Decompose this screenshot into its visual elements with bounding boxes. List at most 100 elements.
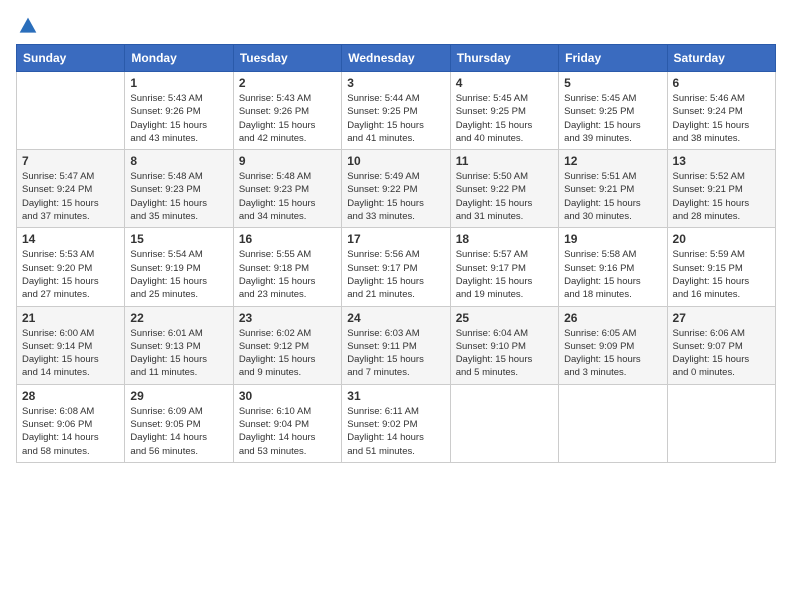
day-info: Sunrise: 5:45 AM Sunset: 9:25 PM Dayligh… [564,92,661,145]
calendar-cell: 21 Sunrise: 6:00 AM Sunset: 9:14 PM Dayli… [17,306,125,384]
calendar-header-row: SundayMondayTuesdayWednesdayThursdayFrid… [17,45,776,72]
day-info: Sunrise: 5:46 AM Sunset: 9:24 PM Dayligh… [673,92,770,145]
day-info: Sunrise: 6:00 AM Sunset: 9:14 PM Dayligh… [22,327,119,380]
column-header-saturday: Saturday [667,45,775,72]
calendar-cell: 8 Sunrise: 5:48 AM Sunset: 9:23 PM Daylig… [125,150,233,228]
column-header-thursday: Thursday [450,45,558,72]
day-info: Sunrise: 6:04 AM Sunset: 9:10 PM Dayligh… [456,327,553,380]
day-number: 13 [673,154,770,168]
calendar-cell: 5 Sunrise: 5:45 AM Sunset: 9:25 PM Daylig… [559,72,667,150]
day-info: Sunrise: 5:43 AM Sunset: 9:26 PM Dayligh… [130,92,227,145]
day-info: Sunrise: 6:01 AM Sunset: 9:13 PM Dayligh… [130,327,227,380]
week-row-5: 28 Sunrise: 6:08 AM Sunset: 9:06 PM Dayli… [17,384,776,462]
day-info: Sunrise: 5:59 AM Sunset: 9:15 PM Dayligh… [673,248,770,301]
day-info: Sunrise: 5:55 AM Sunset: 9:18 PM Dayligh… [239,248,336,301]
day-number: 5 [564,76,661,90]
day-number: 9 [239,154,336,168]
calendar-cell [559,384,667,462]
week-row-2: 7Sunrise: 5:47 AM Sunset: 9:24 PM Daylig… [17,150,776,228]
calendar-cell: 7Sunrise: 5:47 AM Sunset: 9:24 PM Daylig… [17,150,125,228]
day-info: Sunrise: 6:08 AM Sunset: 9:06 PM Dayligh… [22,405,119,458]
column-header-tuesday: Tuesday [233,45,341,72]
day-info: Sunrise: 5:49 AM Sunset: 9:22 PM Dayligh… [347,170,444,223]
day-number: 6 [673,76,770,90]
calendar-cell [667,384,775,462]
calendar-cell: 11Sunrise: 5:50 AM Sunset: 9:22 PM Dayli… [450,150,558,228]
day-number: 1 [130,76,227,90]
column-header-monday: Monday [125,45,233,72]
calendar-cell: 12Sunrise: 5:51 AM Sunset: 9:21 PM Dayli… [559,150,667,228]
calendar-cell: 25 Sunrise: 6:04 AM Sunset: 9:10 PM Dayli… [450,306,558,384]
calendar-cell: 16 Sunrise: 5:55 AM Sunset: 9:18 PM Dayli… [233,228,341,306]
calendar-cell: 31 Sunrise: 6:11 AM Sunset: 9:02 PM Dayli… [342,384,450,462]
calendar-cell: 9 Sunrise: 5:48 AM Sunset: 9:23 PM Daylig… [233,150,341,228]
day-number: 3 [347,76,444,90]
column-header-wednesday: Wednesday [342,45,450,72]
calendar-cell: 20 Sunrise: 5:59 AM Sunset: 9:15 PM Dayli… [667,228,775,306]
day-info: Sunrise: 5:52 AM Sunset: 9:21 PM Dayligh… [673,170,770,223]
logo-icon [18,16,38,36]
calendar-body: 1 Sunrise: 5:43 AM Sunset: 9:26 PM Daylig… [17,72,776,463]
day-info: Sunrise: 5:43 AM Sunset: 9:26 PM Dayligh… [239,92,336,145]
logo [16,16,38,36]
day-info: Sunrise: 6:05 AM Sunset: 9:09 PM Dayligh… [564,327,661,380]
day-info: Sunrise: 5:57 AM Sunset: 9:17 PM Dayligh… [456,248,553,301]
day-info: Sunrise: 5:48 AM Sunset: 9:23 PM Dayligh… [130,170,227,223]
calendar-cell: 2 Sunrise: 5:43 AM Sunset: 9:26 PM Daylig… [233,72,341,150]
day-number: 20 [673,232,770,246]
page-header [16,16,776,36]
day-info: Sunrise: 5:44 AM Sunset: 9:25 PM Dayligh… [347,92,444,145]
week-row-1: 1 Sunrise: 5:43 AM Sunset: 9:26 PM Daylig… [17,72,776,150]
day-info: Sunrise: 5:45 AM Sunset: 9:25 PM Dayligh… [456,92,553,145]
calendar-cell: 15 Sunrise: 5:54 AM Sunset: 9:19 PM Dayli… [125,228,233,306]
day-info: Sunrise: 5:53 AM Sunset: 9:20 PM Dayligh… [22,248,119,301]
day-number: 16 [239,232,336,246]
calendar-cell: 4 Sunrise: 5:45 AM Sunset: 9:25 PM Daylig… [450,72,558,150]
day-number: 30 [239,389,336,403]
calendar-table: SundayMondayTuesdayWednesdayThursdayFrid… [16,44,776,463]
calendar-cell: 19Sunrise: 5:58 AM Sunset: 9:16 PM Dayli… [559,228,667,306]
day-number: 21 [22,311,119,325]
day-info: Sunrise: 6:11 AM Sunset: 9:02 PM Dayligh… [347,405,444,458]
calendar-cell: 18 Sunrise: 5:57 AM Sunset: 9:17 PM Dayli… [450,228,558,306]
day-info: Sunrise: 5:56 AM Sunset: 9:17 PM Dayligh… [347,248,444,301]
calendar-cell: 3 Sunrise: 5:44 AM Sunset: 9:25 PM Daylig… [342,72,450,150]
calendar-cell: 13 Sunrise: 5:52 AM Sunset: 9:21 PM Dayli… [667,150,775,228]
day-number: 28 [22,389,119,403]
day-info: Sunrise: 6:09 AM Sunset: 9:05 PM Dayligh… [130,405,227,458]
day-number: 31 [347,389,444,403]
calendar-cell: 10 Sunrise: 5:49 AM Sunset: 9:22 PM Dayli… [342,150,450,228]
calendar-cell: 29 Sunrise: 6:09 AM Sunset: 9:05 PM Dayli… [125,384,233,462]
day-number: 8 [130,154,227,168]
day-number: 27 [673,311,770,325]
day-number: 10 [347,154,444,168]
calendar-cell: 27Sunrise: 6:06 AM Sunset: 9:07 PM Dayli… [667,306,775,384]
day-number: 4 [456,76,553,90]
day-number: 25 [456,311,553,325]
calendar-cell: 28 Sunrise: 6:08 AM Sunset: 9:06 PM Dayli… [17,384,125,462]
column-header-sunday: Sunday [17,45,125,72]
calendar-cell: 23 Sunrise: 6:02 AM Sunset: 9:12 PM Dayli… [233,306,341,384]
day-number: 23 [239,311,336,325]
day-number: 29 [130,389,227,403]
day-number: 15 [130,232,227,246]
day-number: 22 [130,311,227,325]
day-info: Sunrise: 5:54 AM Sunset: 9:19 PM Dayligh… [130,248,227,301]
day-number: 17 [347,232,444,246]
day-number: 2 [239,76,336,90]
day-info: Sunrise: 5:48 AM Sunset: 9:23 PM Dayligh… [239,170,336,223]
day-info: Sunrise: 5:58 AM Sunset: 9:16 PM Dayligh… [564,248,661,301]
calendar-cell: 30Sunrise: 6:10 AM Sunset: 9:04 PM Dayli… [233,384,341,462]
column-header-friday: Friday [559,45,667,72]
day-info: Sunrise: 6:03 AM Sunset: 9:11 PM Dayligh… [347,327,444,380]
calendar-cell: 26 Sunrise: 6:05 AM Sunset: 9:09 PM Dayli… [559,306,667,384]
day-info: Sunrise: 5:51 AM Sunset: 9:21 PM Dayligh… [564,170,661,223]
calendar-cell [450,384,558,462]
calendar-cell: 17 Sunrise: 5:56 AM Sunset: 9:17 PM Dayli… [342,228,450,306]
day-number: 26 [564,311,661,325]
day-number: 24 [347,311,444,325]
calendar-cell: 22 Sunrise: 6:01 AM Sunset: 9:13 PM Dayli… [125,306,233,384]
day-info: Sunrise: 6:02 AM Sunset: 9:12 PM Dayligh… [239,327,336,380]
day-info: Sunrise: 5:47 AM Sunset: 9:24 PM Dayligh… [22,170,119,223]
day-number: 18 [456,232,553,246]
